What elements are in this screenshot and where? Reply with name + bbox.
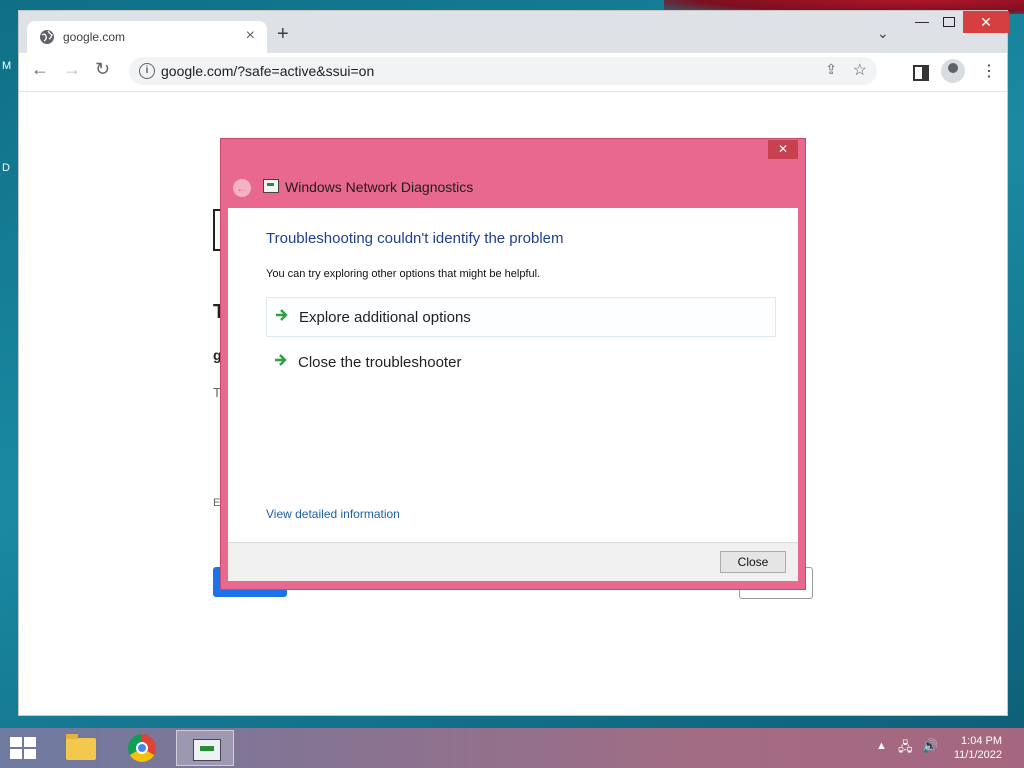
tab-close-icon[interactable]: × [246, 27, 255, 45]
maximize-button[interactable] [943, 17, 955, 27]
network-diagnostics-icon [193, 739, 221, 761]
clock-date: 11/1/2022 [953, 749, 1002, 761]
dialog-footer: Close [228, 542, 798, 581]
start-windows-icon[interactable] [10, 737, 38, 759]
taskbar-file-explorer[interactable] [52, 730, 110, 766]
side-panel-icon[interactable] [913, 65, 929, 81]
network-diagnostics-dialog: ✕ ← Windows Network Diagnostics Troubles… [220, 138, 806, 590]
close-button[interactable]: Close [720, 551, 786, 573]
dialog-subtext: You can try exploring other options that… [266, 268, 541, 280]
taskbar: ▲ 🖧 🔊 1:04 PM 11/1/2022 [0, 728, 1024, 768]
tab-google[interactable]: google.com × [27, 21, 267, 53]
folder-icon [66, 734, 96, 760]
menu-kebab-icon[interactable]: ⋮ [981, 61, 997, 81]
window-close-button[interactable]: ✕ [963, 11, 1009, 33]
dialog-body: Troubleshooting couldn't identify the pr… [228, 208, 798, 542]
tab-title: google.com [63, 30, 126, 44]
dialog-heading: Troubleshooting couldn't identify the pr… [266, 230, 564, 247]
minimize-button[interactable]: — [915, 13, 929, 29]
globe-icon [40, 30, 54, 44]
address-url[interactable]: google.com/?safe=active&ssui=on [161, 63, 374, 79]
option-explore-additional[interactable]: Explore additional options [266, 297, 776, 337]
option-label: Close the troubleshooter [298, 354, 462, 371]
browser-toolbar: ← → ↻ i google.com/?safe=active&ssui=on … [19, 53, 1007, 92]
taskbar-chrome[interactable] [114, 730, 172, 766]
green-arrow-icon [275, 354, 287, 366]
site-info-icon[interactable]: i [139, 63, 155, 79]
desktop-icon-label-fragment: D [2, 162, 10, 174]
back-arrow-icon[interactable]: ← [31, 59, 49, 80]
bookmark-star-icon[interactable]: ☆ [853, 60, 867, 80]
new-tab-button[interactable]: + [277, 23, 289, 46]
profile-avatar[interactable] [941, 59, 965, 83]
dialog-title: Windows Network Diagnostics [285, 179, 474, 195]
view-detailed-info-link[interactable]: View detailed information [266, 507, 400, 521]
green-arrow-icon [276, 309, 288, 321]
tray-overflow-chevron-icon[interactable]: ▲ [876, 740, 887, 752]
address-bar[interactable]: i google.com/?safe=active&ssui=on ⇪ ☆ [129, 57, 877, 85]
option-close-troubleshooter[interactable]: Close the troubleshooter [266, 343, 776, 383]
taskbar-network-diagnostics[interactable] [176, 730, 234, 766]
tab-search-chevron-icon[interactable]: ⌄ [877, 25, 889, 42]
chrome-icon [128, 734, 156, 762]
back-arrow-icon[interactable]: ← [233, 179, 251, 197]
option-label: Explore additional options [299, 309, 471, 326]
network-warning-icon[interactable]: 🖧 [898, 738, 913, 760]
clock-time: 1:04 PM [961, 735, 1002, 747]
network-diagnostics-icon [263, 179, 279, 193]
reload-icon[interactable]: ↻ [95, 59, 110, 80]
share-icon[interactable]: ⇪ [825, 61, 837, 78]
desktop-icon-label-fragment: M [2, 60, 12, 72]
volume-icon[interactable]: 🔊 [922, 738, 938, 754]
tab-strip: google.com × + ⌄ — ✕ [19, 11, 1009, 53]
forward-arrow-icon[interactable]: → [63, 59, 81, 80]
dialog-close-icon[interactable]: ✕ [768, 140, 798, 159]
taskbar-clock[interactable]: 1:04 PM 11/1/2022 [954, 734, 1002, 762]
